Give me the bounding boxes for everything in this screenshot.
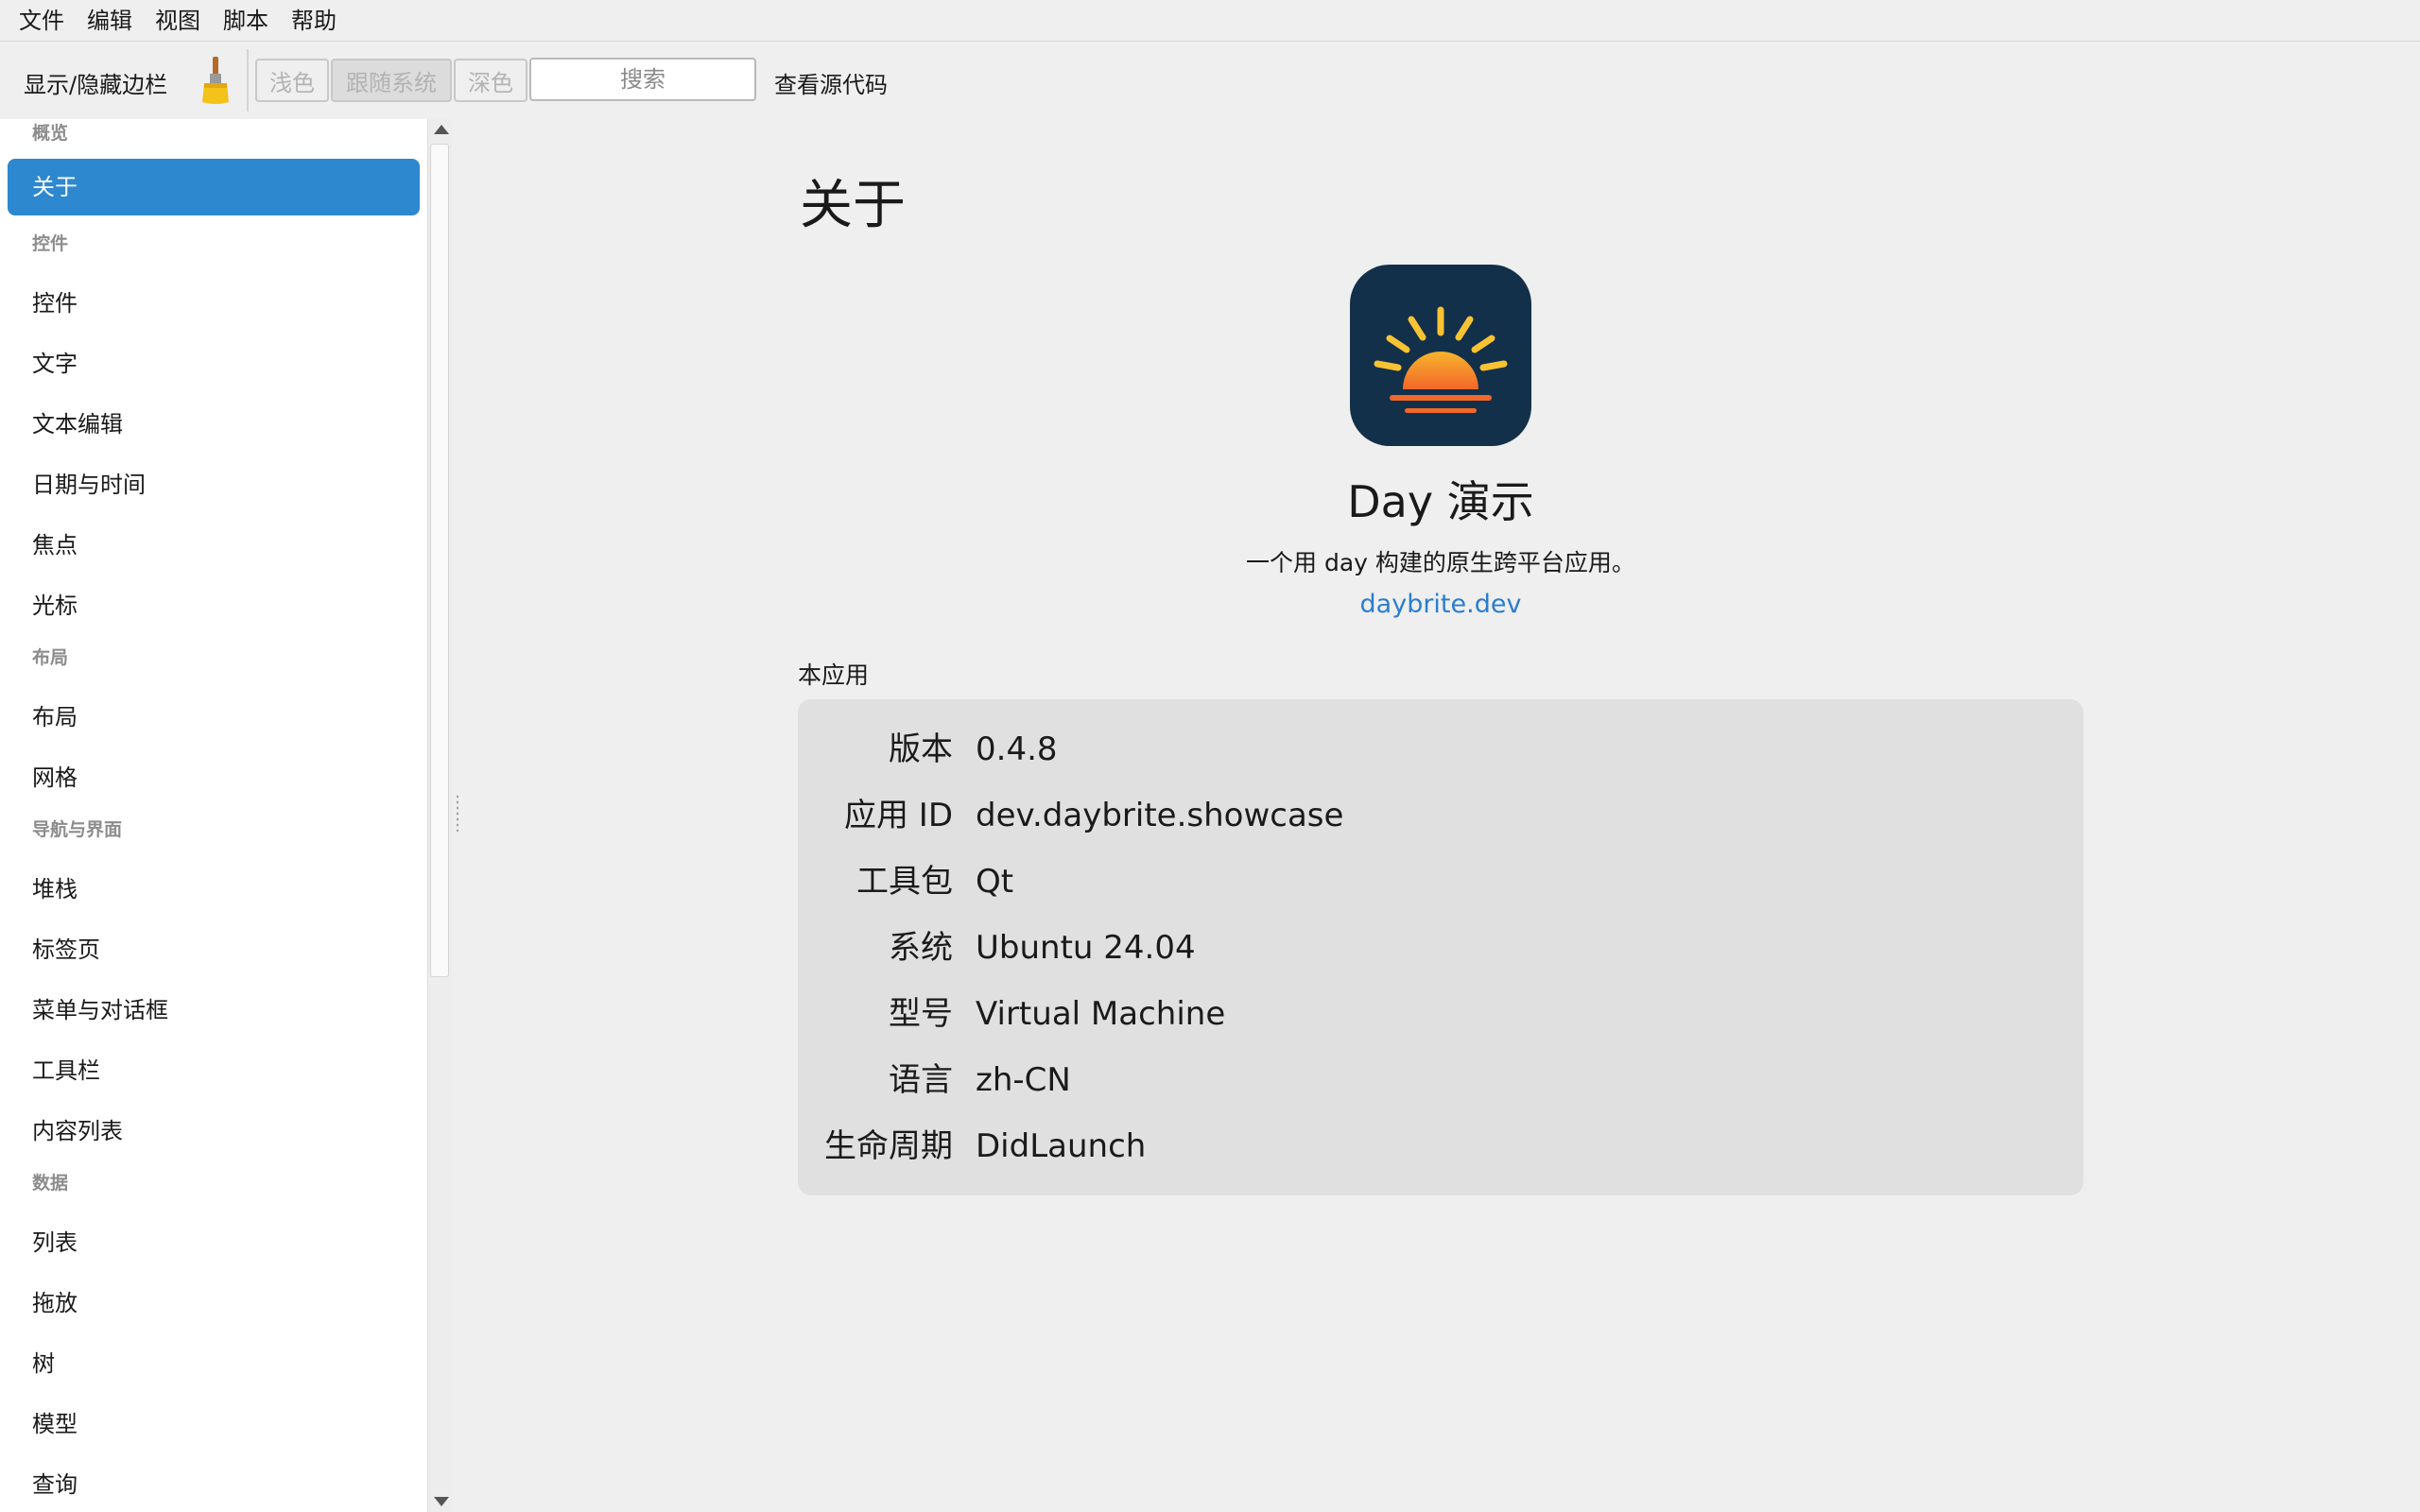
sidebar-item-drag-drop[interactable]: 拖放 [32, 1284, 78, 1317]
info-key: 型号 [889, 995, 953, 1033]
search-input[interactable]: 搜索 [529, 58, 756, 101]
info-value: DidLaunch [976, 1127, 1147, 1165]
info-key: 系统 [889, 929, 953, 967]
info-key: 版本 [889, 730, 953, 768]
sidebar-item-menus-dialogs[interactable]: 菜单与对话框 [32, 991, 168, 1024]
website-link[interactable]: daybrite.dev [968, 590, 1913, 619]
sidebar-item-grid[interactable]: 网格 [32, 759, 78, 792]
sidebar-scrollbar[interactable] [427, 119, 452, 1512]
sidebar-item-list[interactable]: 列表 [32, 1224, 78, 1257]
info-key: 工具包 [856, 863, 953, 901]
menubar: 文件 编辑 视图 脚本 帮助 [0, 0, 2420, 42]
toolbar: 显示/隐藏边栏 浅色 跟随系统 深色 搜索 查看源代码 [0, 42, 2420, 119]
sidebar-section-navigation: 导航与界面 [32, 819, 123, 840]
sidebar-section-data: 数据 [32, 1173, 69, 1194]
splitter-handle[interactable] [456, 794, 459, 832]
toggle-sidebar-button[interactable]: 显示/隐藏边栏 [24, 66, 167, 99]
sunrise-icon [1350, 265, 1531, 446]
info-row-system: 系统 Ubuntu 24.04 [798, 919, 2083, 976]
info-row-app-id: 应用 ID dev.daybrite.showcase [798, 787, 2083, 844]
theme-system-button[interactable]: 跟随系统 [331, 59, 452, 102]
sidebar-item-model[interactable]: 模型 [32, 1405, 78, 1438]
info-row-lifecycle: 生命周期 DidLaunch [798, 1118, 2083, 1175]
page-title: 关于 [800, 175, 906, 236]
sidebar-item-controls[interactable]: 控件 [32, 284, 78, 318]
sidebar-item-query[interactable]: 查询 [32, 1466, 78, 1499]
app-info-card: 版本 0.4.8 应用 ID dev.daybrite.showcase 工具包… [798, 699, 2083, 1195]
sidebar-item-cursor[interactable]: 光标 [32, 587, 78, 620]
menu-help[interactable]: 帮助 [280, 0, 348, 42]
menu-edit[interactable]: 编辑 [76, 0, 144, 42]
info-value: 0.4.8 [976, 730, 1058, 768]
sidebar-item-toolbar[interactable]: 工具栏 [32, 1052, 100, 1085]
menu-file[interactable]: 文件 [8, 0, 76, 42]
info-value: Ubuntu 24.04 [976, 929, 1196, 967]
sidebar-item-about[interactable]: 关于 [8, 159, 420, 215]
info-row-toolkit: 工具包 Qt [798, 853, 2083, 910]
sidebar: 概览 关于 控件 控件 文字 文本编辑 日期与时间 焦点 光标 布局 布局 网格… [0, 119, 427, 1512]
info-key: 语言 [889, 1061, 953, 1099]
info-key: 应用 ID [843, 797, 953, 834]
section-label: 本应用 [798, 662, 870, 689]
info-row-version: 版本 0.4.8 [798, 721, 2083, 778]
theme-light-button[interactable]: 浅色 [255, 59, 329, 102]
sidebar-item-date-time[interactable]: 日期与时间 [32, 466, 146, 499]
theme-dark-button[interactable]: 深色 [454, 59, 527, 102]
sidebar-section-controls: 控件 [32, 233, 69, 254]
view-source-button[interactable]: 查看源代码 [774, 66, 888, 99]
sidebar-item-focus[interactable]: 焦点 [32, 526, 78, 559]
toolbar-separator [247, 49, 249, 112]
app-description: 一个用 day 构建的原生跨平台应用。 [1246, 549, 1635, 576]
sidebar-item-text-edit[interactable]: 文本编辑 [32, 405, 123, 438]
scroll-up-arrow-icon[interactable] [434, 125, 449, 134]
scroll-down-arrow-icon[interactable] [434, 1497, 449, 1506]
info-value: Virtual Machine [976, 995, 1226, 1033]
sidebar-item-stack[interactable]: 堆栈 [32, 870, 78, 903]
sidebar-item-layout[interactable]: 布局 [32, 698, 78, 731]
info-value: Qt [976, 863, 1014, 901]
menu-script[interactable]: 脚本 [212, 0, 280, 42]
info-row-language: 语言 zh-CN [798, 1052, 2083, 1108]
sidebar-item-tree[interactable]: 树 [32, 1345, 55, 1378]
info-value: zh-CN [976, 1061, 1071, 1099]
sidebar-item-tabs[interactable]: 标签页 [32, 931, 100, 964]
menu-view[interactable]: 视图 [144, 0, 212, 42]
paintbrush-icon[interactable] [199, 55, 233, 106]
scrollbar-thumb[interactable] [430, 144, 449, 977]
info-row-model: 型号 Virtual Machine [798, 986, 2083, 1042]
sidebar-item-text[interactable]: 文字 [32, 345, 78, 378]
info-key: 生命周期 [824, 1127, 953, 1165]
sidebar-item-content-list[interactable]: 内容列表 [32, 1112, 123, 1145]
app-name: Day 演示 [1347, 476, 1534, 527]
sidebar-section-overview: 概览 [32, 123, 69, 144]
info-value: dev.daybrite.showcase [976, 797, 1344, 834]
sidebar-section-layout: 布局 [32, 647, 69, 668]
